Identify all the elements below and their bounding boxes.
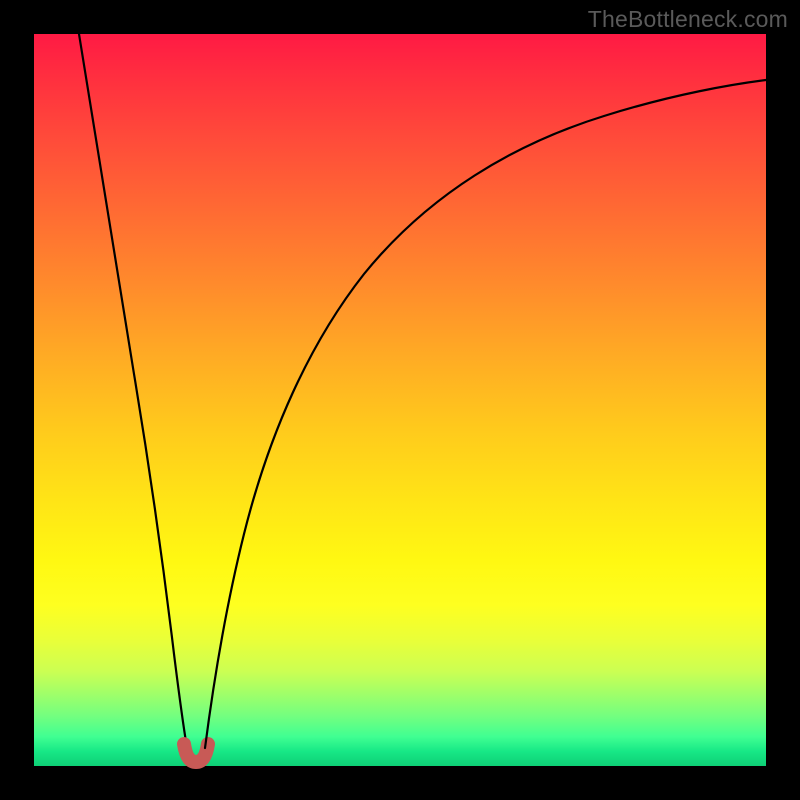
chart-canvas: TheBottleneck.com [0, 0, 800, 800]
watermark-text: TheBottleneck.com [588, 6, 788, 33]
curve-right-branch [205, 80, 766, 748]
curve-left-branch [79, 34, 187, 748]
bottleneck-curve [34, 34, 766, 766]
plot-area [34, 34, 766, 766]
